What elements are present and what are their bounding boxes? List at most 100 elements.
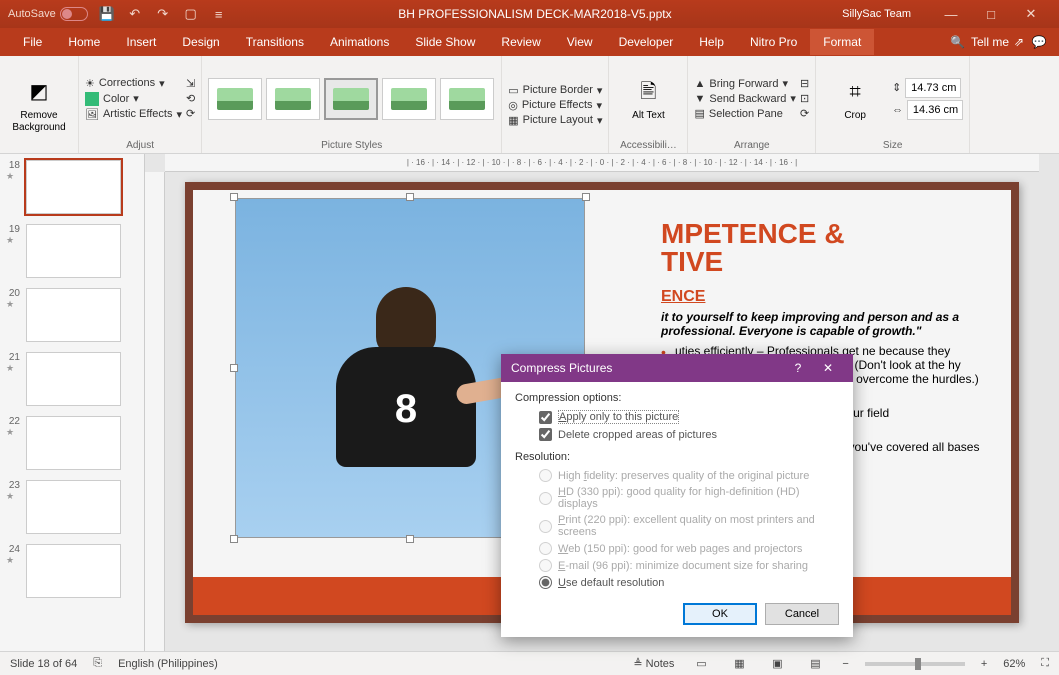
maximize-icon[interactable]: □ <box>971 7 1011 22</box>
cancel-button[interactable]: Cancel <box>765 603 839 625</box>
autosave-toggle[interactable]: AutoSave <box>8 7 88 21</box>
tab-file[interactable]: File <box>10 29 55 55</box>
zoom-level[interactable]: 62% <box>1003 658 1025 670</box>
default-radio[interactable] <box>539 576 552 589</box>
hd-radio <box>539 492 552 505</box>
picture-style-5[interactable] <box>440 78 494 120</box>
slide-thumb-24[interactable] <box>26 544 121 598</box>
zoom-out-button[interactable]: − <box>842 658 848 670</box>
dialog-close-icon[interactable]: ✕ <box>813 361 843 375</box>
slideshow-view-icon[interactable]: ▤ <box>804 657 826 670</box>
slide-thumb-19[interactable] <box>26 224 121 278</box>
sorter-view-icon[interactable]: ▦ <box>728 657 750 670</box>
tab-help[interactable]: Help <box>686 29 737 55</box>
slide-thumb-18[interactable] <box>26 160 121 214</box>
print-label: Print (220 ppi): excellent quality on mo… <box>558 514 839 538</box>
ok-button[interactable]: OK <box>683 603 757 625</box>
notes-button[interactable]: ≜ Notes <box>633 657 674 670</box>
compress-pictures-button[interactable]: ⇲ <box>186 77 195 90</box>
slide-counter[interactable]: Slide 18 of 64 <box>10 658 77 670</box>
slide-thumb-20[interactable] <box>26 288 121 342</box>
redo-icon[interactable]: ↷ <box>154 5 172 23</box>
normal-view-icon[interactable]: ▭ <box>690 657 712 670</box>
send-backward-button[interactable]: ▼Send Backward▾ <box>694 92 795 105</box>
undo-icon[interactable]: ↶ <box>126 5 144 23</box>
thumb-num: 23 <box>6 480 20 491</box>
tab-animations[interactable]: Animations <box>317 29 402 55</box>
tab-insert[interactable]: Insert <box>113 29 169 55</box>
bring-forward-button[interactable]: ▲Bring Forward▾ <box>694 77 795 90</box>
tell-me[interactable]: 🔍 Tell me <box>950 35 1009 49</box>
list-icon[interactable]: ≡ <box>210 5 228 23</box>
zoom-in-button[interactable]: + <box>981 658 987 670</box>
color-button[interactable]: Color▾ <box>85 92 182 106</box>
picture-style-3[interactable] <box>324 78 378 120</box>
start-icon[interactable]: ▢ <box>182 5 200 23</box>
filename: BH PROFESSIONALISM DECK-MAR2018-V5.pptx <box>228 7 842 21</box>
tab-review[interactable]: Review <box>488 29 553 55</box>
reset-picture-button[interactable]: ⟳ <box>186 107 195 120</box>
ribbon: ◩ Remove Background ☀Corrections▾ Color▾… <box>0 56 1059 154</box>
width-input[interactable] <box>907 100 963 120</box>
canvas[interactable]: | · 16 · | · 14 · | · 12 · | · 10 · | · … <box>145 154 1059 651</box>
thumb-num: 22 <box>6 416 20 427</box>
size-label: Size <box>822 138 963 151</box>
save-icon[interactable]: 💾 <box>98 5 116 23</box>
team-name[interactable]: SillySac Team <box>842 8 911 20</box>
artistic-effects-button[interactable]: 🖼Artistic Effects▾ <box>85 108 182 121</box>
alt-text-button[interactable]: 🖹 Alt Text <box>615 76 681 122</box>
slide-thumb-22[interactable] <box>26 416 121 470</box>
reading-view-icon[interactable]: ▣ <box>766 657 788 670</box>
slide-thumb-21[interactable] <box>26 352 121 406</box>
tab-design[interactable]: Design <box>169 29 232 55</box>
picture-effects-button[interactable]: ◎Picture Effects▾ <box>508 99 602 112</box>
effects-icon: ◎ <box>508 99 518 112</box>
thumb-num: 19 <box>6 224 20 235</box>
rotate-button[interactable]: ⟳ <box>800 107 809 120</box>
tab-developer[interactable]: Developer <box>606 29 687 55</box>
thumbnail-panel[interactable]: 18★ 19★ 20★ 21★ 22★ 23★ 24★ <box>0 154 145 651</box>
picture-border-button[interactable]: ▭Picture Border▾ <box>508 84 602 97</box>
picture-layout-button[interactable]: ▦Picture Layout▾ <box>508 114 602 127</box>
tab-transitions[interactable]: Transitions <box>233 29 317 55</box>
apply-only-checkbox[interactable] <box>539 411 552 424</box>
crop-button[interactable]: ⌗ Crop <box>822 76 888 122</box>
align-icon: ⊟ <box>800 77 809 90</box>
tab-format[interactable]: Format <box>810 29 874 55</box>
picture-style-2[interactable] <box>266 78 320 120</box>
minimize-icon[interactable]: — <box>931 7 971 22</box>
backward-icon: ▼ <box>694 93 705 105</box>
dialog-help-icon[interactable]: ? <box>783 361 813 375</box>
slide-thumb-23[interactable] <box>26 480 121 534</box>
email-radio <box>539 559 552 572</box>
menubar: File Home Insert Design Transitions Anim… <box>0 28 1059 56</box>
workarea: 18★ 19★ 20★ 21★ 22★ 23★ 24★ | · 16 · | ·… <box>0 154 1059 651</box>
group-button[interactable]: ⊡ <box>800 92 809 105</box>
corrections-button[interactable]: ☀Corrections▾ <box>85 77 182 90</box>
resolution-label: Resolution: <box>515 451 839 463</box>
tab-home[interactable]: Home <box>55 29 113 55</box>
comments-icon[interactable]: 💬 <box>1029 35 1049 49</box>
tab-view[interactable]: View <box>554 29 606 55</box>
selection-pane-button[interactable]: ▤Selection Pane <box>694 107 795 120</box>
align-button[interactable]: ⊟ <box>800 77 809 90</box>
tab-slideshow[interactable]: Slide Show <box>402 29 488 55</box>
zoom-slider[interactable] <box>865 662 965 666</box>
spellcheck-icon[interactable]: ⎘ <box>93 657 102 670</box>
hd-label: HD (330 ppi): good quality for high-defi… <box>558 486 839 510</box>
share-icon[interactable]: ⇗ <box>1009 35 1029 49</box>
pane-icon: ▤ <box>694 107 704 120</box>
close-icon[interactable]: ✕ <box>1011 6 1051 22</box>
artistic-icon: 🖼 <box>85 108 99 121</box>
language[interactable]: English (Philippines) <box>118 658 218 670</box>
email-label: E-mail (96 ppi): minimize document size … <box>558 560 808 572</box>
fit-view-icon[interactable]: ⛶ <box>1041 657 1049 670</box>
tab-nitro[interactable]: Nitro Pro <box>737 29 810 55</box>
remove-background-button[interactable]: ◩ Remove Background <box>6 76 72 134</box>
picture-style-4[interactable] <box>382 78 436 120</box>
height-input[interactable] <box>905 78 961 98</box>
delete-cropped-checkbox[interactable] <box>539 428 552 441</box>
picture-style-1[interactable] <box>208 78 262 120</box>
dialog-titlebar[interactable]: Compress Pictures ? ✕ <box>501 354 853 382</box>
change-picture-button[interactable]: ⟲ <box>186 92 195 105</box>
